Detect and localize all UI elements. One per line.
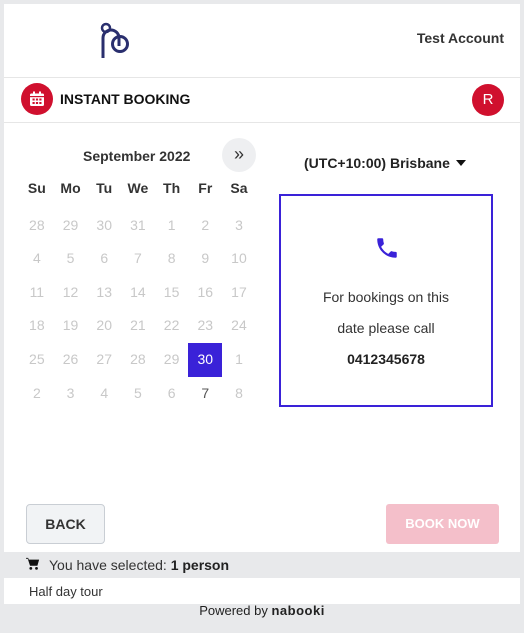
calendar-day: 14 [130, 283, 146, 300]
calendar-day: 3 [66, 384, 75, 401]
weekday-label: Sa [230, 180, 248, 196]
phone-icon [374, 235, 400, 266]
call-message-line2: date please call [337, 320, 435, 336]
calendar-day: 18 [29, 317, 45, 334]
weekday-header: Su Mo Tu We Th Fr Sa [20, 175, 256, 209]
call-notice: For bookings on this date please call 04… [279, 194, 493, 407]
calendar-day: 6 [167, 384, 176, 401]
account-link[interactable]: Test Account [417, 30, 504, 46]
title-bar: INSTANT BOOKING R [4, 78, 520, 123]
month-label: September 2022 [83, 148, 191, 164]
calendar-day: 2 [201, 216, 210, 233]
logo-icon [98, 22, 130, 60]
calendar-week: 28 29 30 31 1 2 3 [20, 209, 256, 243]
back-button[interactable]: BACK [26, 504, 105, 544]
booking-widget: Test Account INSTANT BOOKING R September… [4, 4, 520, 604]
calendar-day: 7 [201, 384, 210, 401]
calendar-day: 1 [235, 350, 243, 367]
weekday-label: Fr [198, 180, 213, 196]
calendar-day: 23 [197, 317, 214, 334]
calendar-day: 31 [130, 216, 146, 233]
calendar-day: 2 [32, 384, 41, 401]
calendar-day: 5 [134, 384, 142, 401]
phone-number: 0412345678 [347, 351, 425, 367]
page-title: INSTANT BOOKING [60, 91, 191, 107]
calendar-day: 26 [62, 350, 79, 367]
powered-by-label: Powered by [199, 603, 268, 618]
selection-value: 1 person [170, 557, 230, 573]
calendar-day: 15 [163, 283, 180, 300]
calendar-day: 9 [201, 250, 210, 267]
book-now-button[interactable]: BOOK NOW [386, 504, 499, 544]
calendar-day: 16 [197, 283, 214, 300]
timezone-select[interactable]: (UTC+10:00) Brisbane [304, 155, 450, 171]
brand-name: nabooki [271, 603, 325, 618]
weekday-label: We [127, 180, 149, 196]
calendar-week: 11 12 13 14 15 16 17 [20, 276, 256, 310]
calendar-day: 28 [29, 216, 45, 233]
selection-prefix: You have selected: [49, 557, 167, 573]
calendar-day: 4 [100, 384, 109, 401]
calendar-day: 22 [163, 317, 180, 334]
weekday-label: Mo [60, 180, 81, 196]
calendar-day: 25 [29, 350, 45, 367]
calendar-week: 25 26 27 28 29 30 1 [20, 342, 256, 377]
calendar-day: 13 [96, 283, 112, 300]
calendar-day: 3 [235, 216, 243, 233]
calendar-day: 29 [163, 350, 180, 367]
calendar-day: 11 [29, 283, 45, 300]
selection-bar: You have selected: 1 person [4, 552, 520, 578]
calendar-day: 19 [62, 317, 79, 334]
calendar-day: 10 [231, 250, 247, 267]
chevron-down-icon[interactable] [456, 160, 466, 166]
calendar-day: 8 [235, 384, 243, 401]
calendar-day: 30 [96, 216, 112, 233]
calendar-day: 20 [96, 317, 112, 334]
calendar-week: 4 5 6 7 8 9 10 [20, 242, 256, 276]
cart-icon [26, 557, 40, 576]
calendar-icon [21, 83, 53, 115]
calendar-day: 12 [62, 283, 79, 300]
calendar-day: 27 [96, 350, 112, 367]
calendar-day: 8 [167, 250, 176, 267]
calendar-grid: Su Mo Tu We Th Fr Sa 28 29 30 31 1 2 3 4… [20, 175, 256, 410]
tour-name: Half day tour [29, 584, 103, 599]
calendar-week: 18 19 20 21 22 23 24 [20, 309, 256, 343]
calendar-day: 28 [130, 350, 146, 367]
weekday-label: Tu [96, 180, 113, 196]
calendar-week: 2 3 4 5 6 7 8 [20, 377, 256, 411]
calendar-day: 29 [62, 216, 79, 233]
powered-by: Powered by nabooki [0, 603, 524, 618]
next-month-button[interactable]: » [222, 138, 256, 172]
calendar-day: 17 [231, 283, 247, 300]
weekday-label: Su [27, 180, 46, 196]
selection-summary: You have selected: 1 person [49, 557, 229, 573]
weekday-label: Th [163, 180, 181, 196]
calendar-day: 21 [130, 317, 146, 334]
calendar-day: 4 [32, 250, 41, 267]
header: Test Account [4, 4, 520, 78]
calendar-day: 6 [100, 250, 109, 267]
avatar[interactable]: R [472, 84, 504, 116]
call-message-line1: For bookings on this [322, 289, 450, 305]
calendar-day: 5 [66, 250, 75, 267]
calendar-day: 7 [134, 250, 142, 267]
calendar-day: 24 [231, 317, 247, 334]
calendar-day-selected[interactable]: 30 [188, 342, 223, 377]
calendar-day: 1 [167, 216, 176, 233]
